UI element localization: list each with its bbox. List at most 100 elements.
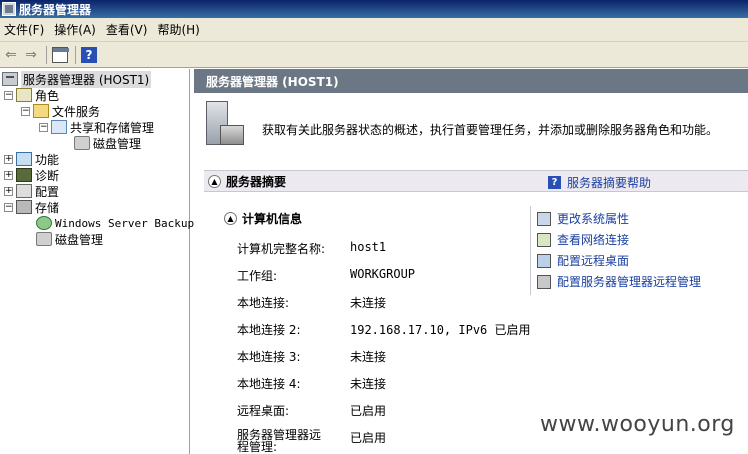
console-tree: 服务器管理器 (HOST1) − 角色 − 文件服务 − 共享和存储管理 磁盘管… xyxy=(0,69,194,454)
tree-item-label: 存储 xyxy=(35,200,60,215)
task-configure-remote-management[interactable]: 配置服务器管理器远程管理 xyxy=(537,273,701,290)
disk-icon xyxy=(36,232,52,246)
back-arrow-icon[interactable]: ⇐ xyxy=(2,46,20,64)
watermark-text: www.wooyun.org xyxy=(540,412,735,437)
field-label: 本地连接: xyxy=(237,296,290,310)
server-summary-section-header: ▲ 服务器摘要 ? 服务器摘要帮助 xyxy=(204,170,748,192)
main-pane: 服务器管理器 (HOST1) 获取有关此服务器状态的概述，执行首要管理任务，并添… xyxy=(194,69,748,454)
tree-item-roles[interactable]: − 角色 xyxy=(4,87,59,103)
tree-item-disk-management[interactable]: 磁盘管理 xyxy=(74,135,141,151)
expand-expander-icon[interactable]: + xyxy=(4,186,13,196)
field-value: 未连接 xyxy=(350,377,387,391)
menu-file[interactable]: 文件(F) xyxy=(2,21,52,38)
collapse-chevron-up-icon[interactable]: ▲ xyxy=(224,212,237,225)
collapse-expander-icon[interactable]: − xyxy=(21,106,30,116)
remote-desktop-icon xyxy=(537,253,551,268)
task-view-network-connections[interactable]: 查看网络连接 xyxy=(537,231,629,248)
storage-icon xyxy=(16,200,32,214)
tree-item-label: 诊断 xyxy=(35,168,60,183)
main-pane-header: 服务器管理器 (HOST1) xyxy=(194,69,748,93)
field-value: 已启用 xyxy=(350,404,387,418)
remote-management-icon xyxy=(537,274,551,289)
computer-info-tasks: 更改系统属性 查看网络连接 配置远程桌面 配置服务器管理器远程管理 xyxy=(530,206,748,295)
intro-panel: 获取有关此服务器状态的概述，执行首要管理任务，并添加或删除服务器角色和功能。 xyxy=(194,93,748,159)
collapse-chevron-up-icon[interactable]: ▲ xyxy=(208,174,221,188)
help-link-label: 服务器摘要帮助 xyxy=(567,176,652,190)
window-title: 服务器管理器 xyxy=(19,2,92,17)
tree-item-label: 配置 xyxy=(35,184,60,199)
console-tree-icon xyxy=(52,46,69,63)
computer-info-section-header: ▲ 计算机信息 xyxy=(220,210,302,227)
field-label: 本地连接 3: xyxy=(237,350,301,364)
help-button[interactable]: ? xyxy=(80,46,98,64)
tree-item-diagnostics[interactable]: + 诊断 xyxy=(4,167,59,183)
field-value: 192.168.17.10, IPv6 已启用 xyxy=(350,323,531,337)
tree-item-label: 磁盘管理 xyxy=(93,136,142,151)
collapse-expander-icon[interactable]: − xyxy=(39,122,48,132)
toolbar: ⇐ ⇒ ? xyxy=(0,42,748,68)
field-value: 未连接 xyxy=(350,296,387,310)
disk-icon xyxy=(74,136,90,150)
title-bar: 服务器管理器 xyxy=(0,0,748,18)
expand-expander-icon[interactable]: + xyxy=(4,154,13,164)
tree-item-file-services[interactable]: − 文件服务 xyxy=(21,103,100,119)
field-label: 服务器管理器远程管理: xyxy=(237,428,322,454)
section-title: 服务器摘要 xyxy=(226,174,287,189)
menu-help[interactable]: 帮助(H) xyxy=(155,21,207,38)
server-manager-large-icon xyxy=(206,101,246,153)
network-connections-icon xyxy=(537,232,551,247)
field-label: 工作组: xyxy=(237,269,278,283)
field-value: host1 xyxy=(350,240,387,254)
tree-item-share-storage[interactable]: − 共享和存储管理 xyxy=(39,119,154,135)
section-title: 计算机信息 xyxy=(242,212,303,226)
menu-bar: 文件(F) 操作(A) 查看(V) 帮助(H) xyxy=(0,18,748,42)
tree-item-label: Windows Server Backup xyxy=(55,216,195,230)
tree-item-storage[interactable]: − 存储 xyxy=(4,199,59,215)
tree-item-server-manager[interactable]: 服务器管理器 (HOST1) xyxy=(2,70,152,88)
menu-view[interactable]: 查看(V) xyxy=(104,21,156,38)
help-icon: ? xyxy=(548,176,561,189)
field-value: 未连接 xyxy=(350,350,387,364)
expand-expander-icon[interactable]: + xyxy=(4,170,13,180)
field-label: 本地连接 4: xyxy=(237,377,301,391)
tree-item-windows-server-backup[interactable]: Windows Server Backup xyxy=(36,215,194,231)
tree-item-label: 功能 xyxy=(35,152,60,167)
toolbar-separator xyxy=(75,45,76,64)
field-value: 已启用 xyxy=(350,431,387,445)
field-label: 远程桌面: xyxy=(237,404,290,418)
system-properties-icon xyxy=(537,211,551,226)
collapse-expander-icon[interactable]: − xyxy=(4,90,13,100)
tree-item-configuration[interactable]: + 配置 xyxy=(4,183,59,199)
task-change-system-properties[interactable]: 更改系统属性 xyxy=(537,210,629,227)
intro-description: 获取有关此服务器状态的概述，执行首要管理任务，并添加或删除服务器角色和功能。 xyxy=(262,123,719,137)
file-services-icon xyxy=(33,104,49,118)
tree-item-label: 文件服务 xyxy=(52,104,101,119)
task-label: 配置远程桌面 xyxy=(557,254,630,268)
show-hide-console-tree-button[interactable] xyxy=(51,46,69,64)
task-label: 更改系统属性 xyxy=(557,212,630,226)
tree-item-label: 磁盘管理 xyxy=(55,232,104,247)
backup-icon xyxy=(36,216,52,230)
help-icon: ? xyxy=(81,46,97,63)
tree-item-label: 角色 xyxy=(35,88,60,103)
configuration-icon xyxy=(16,184,32,198)
tree-item-disk-management-storage[interactable]: 磁盘管理 xyxy=(36,231,103,247)
share-storage-icon xyxy=(51,120,67,134)
task-label: 查看网络连接 xyxy=(557,233,630,247)
tree-item-features[interactable]: + 功能 xyxy=(4,151,59,167)
forward-arrow-icon[interactable]: ⇒ xyxy=(22,46,40,64)
field-label: 本地连接 2: xyxy=(237,323,301,337)
roles-icon xyxy=(16,88,32,102)
collapse-expander-icon[interactable]: − xyxy=(4,202,13,212)
server-summary-help-link[interactable]: ? 服务器摘要帮助 xyxy=(548,174,651,191)
features-icon xyxy=(16,152,32,166)
server-icon xyxy=(2,72,18,86)
toolbar-separator xyxy=(46,45,47,64)
field-label: 计算机完整名称: xyxy=(237,242,326,256)
tree-item-label: 服务器管理器 (HOST1) xyxy=(21,70,152,88)
menu-action[interactable]: 操作(A) xyxy=(52,21,104,38)
task-configure-remote-desktop[interactable]: 配置远程桌面 xyxy=(537,252,629,269)
server-manager-app-icon xyxy=(2,2,16,16)
task-label: 配置服务器管理器远程管理 xyxy=(557,275,702,289)
tree-item-label: 共享和存储管理 xyxy=(70,120,155,135)
